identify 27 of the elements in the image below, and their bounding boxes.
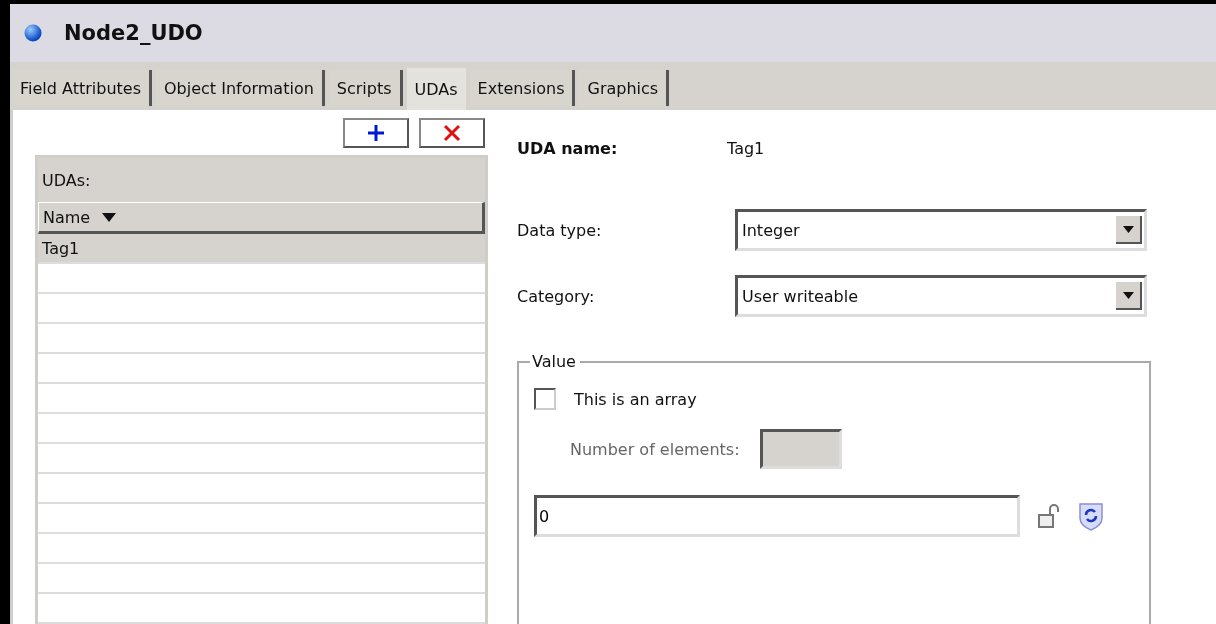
caret-down-icon	[1122, 291, 1134, 299]
uda-name-value: Tag1	[727, 138, 765, 158]
checkbox-label: This is an array	[574, 389, 697, 409]
sphere-icon	[24, 24, 42, 42]
add-button[interactable]	[343, 117, 409, 148]
delete-button[interactable]	[419, 117, 485, 148]
caret-down-icon	[1122, 225, 1134, 233]
close-icon	[443, 123, 461, 142]
input-field[interactable]	[759, 429, 842, 469]
field-label: Data type:	[517, 220, 603, 240]
uda-name-label: UDA name:	[517, 138, 619, 158]
dropdown[interactable]: Integer	[735, 209, 1147, 251]
column-header[interactable]: Name	[38, 202, 485, 234]
list-label: UDAs:	[42, 170, 91, 190]
unlocked-padlock-icon[interactable]	[1038, 503, 1060, 529]
list-row[interactable]: Tag1	[38, 234, 485, 264]
input-field[interactable]: 0	[534, 495, 1020, 537]
group-label: Value	[531, 352, 577, 371]
dropdown[interactable]: User writeable	[735, 275, 1147, 317]
field-label: Category:	[517, 286, 596, 306]
tab[interactable]: UDAs	[406, 68, 466, 110]
caret-down-icon	[102, 212, 117, 222]
window-title: Node2_UDO	[64, 21, 203, 45]
plus-icon	[367, 123, 385, 142]
shield-refresh-icon[interactable]	[1078, 501, 1104, 531]
field-label: Number of elements:	[570, 439, 740, 459]
checkbox[interactable]	[534, 388, 556, 410]
